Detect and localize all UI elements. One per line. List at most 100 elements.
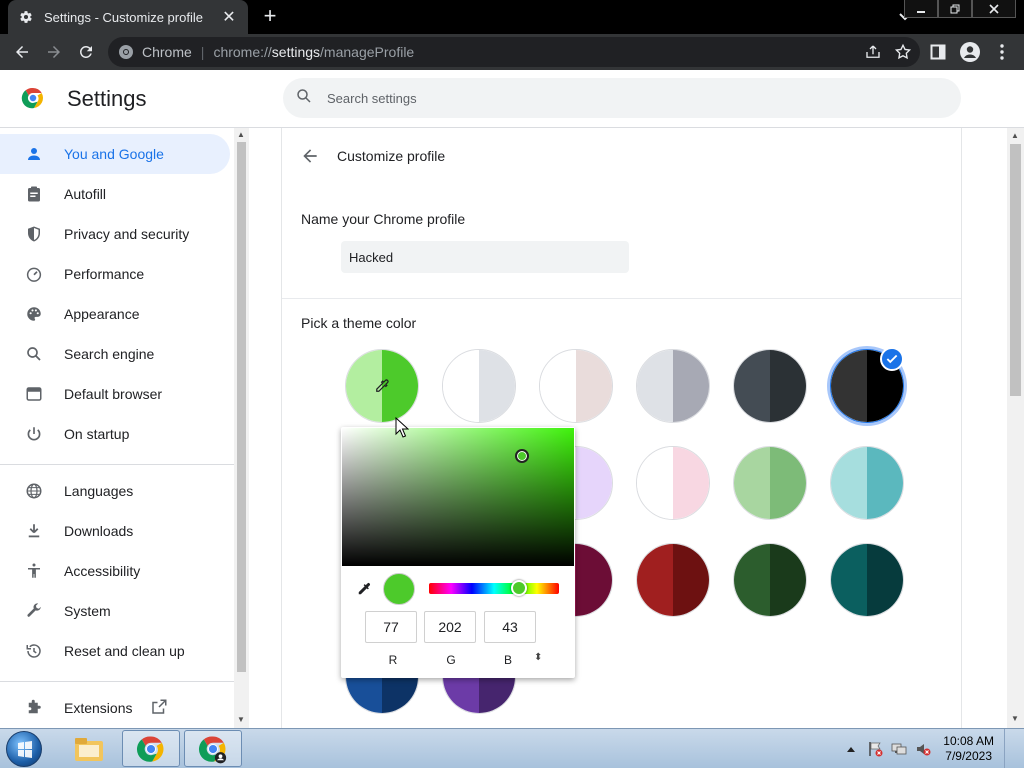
format-toggle-icon[interactable]: ⬍ (534, 652, 542, 663)
start-button[interactable] (6, 731, 42, 767)
page-scrollbar[interactable]: ▲ ▼ (1007, 128, 1024, 728)
sidebar-item-label: Search engine (64, 346, 155, 362)
tab-title: Settings - Customize profile (44, 9, 203, 25)
sidebar-item-on-startup[interactable]: On startup (0, 414, 230, 454)
theme-swatch-custom[interactable] (345, 349, 419, 423)
sidebar-item-reset[interactable]: Reset and clean up (0, 631, 230, 671)
swatch-right-half (867, 544, 903, 616)
sidebar-item-extensions[interactable]: Extensions (0, 688, 230, 728)
volume-muted-icon[interactable] (915, 741, 931, 757)
side-panel-icon[interactable] (926, 40, 950, 64)
url-path: /manageProfile (320, 44, 415, 60)
page-scroll-thumb[interactable] (1010, 144, 1021, 396)
mouse-cursor-icon (395, 416, 410, 439)
sidebar-item-appearance[interactable]: Appearance (0, 294, 230, 334)
theme-color-label: Pick a theme color (301, 315, 417, 331)
close-tab-icon[interactable]: ✕ (220, 8, 238, 26)
eyedropper-icon[interactable] (355, 580, 373, 598)
settings-search[interactable] (283, 78, 961, 118)
saturation-value-area[interactable] (342, 428, 574, 566)
theme-swatch[interactable] (636, 543, 710, 617)
menu-kebab-icon[interactable] (990, 40, 1014, 64)
show-desktop-button[interactable] (1004, 729, 1016, 768)
search-icon (24, 344, 44, 364)
theme-swatch[interactable] (636, 446, 710, 520)
sidebar-item-label: Privacy and security (64, 226, 190, 242)
theme-swatch[interactable] (636, 349, 710, 423)
sidebar-scrollbar[interactable]: ▲ ▼ (234, 128, 249, 728)
scroll-down-arrow-icon[interactable]: ▼ (237, 715, 245, 724)
show-hidden-icons-icon[interactable] (843, 741, 859, 757)
sidebar-item-languages[interactable]: Languages (0, 471, 230, 511)
profile-avatar-icon[interactable] (958, 40, 982, 64)
tab-settings[interactable]: Settings - Customize profile ✕ (8, 0, 248, 34)
search-icon (295, 87, 313, 110)
theme-swatch[interactable] (830, 543, 904, 617)
theme-swatch[interactable] (442, 349, 516, 423)
sidebar-item-label: Languages (64, 483, 134, 499)
theme-swatch[interactable] (733, 349, 807, 423)
scroll-down-arrow-icon[interactable]: ▼ (1011, 714, 1019, 723)
blue-value-input[interactable] (484, 611, 536, 643)
sidebar-item-label: Extensions (64, 700, 133, 716)
chrome-profile-taskbar-icon[interactable] (184, 730, 242, 767)
file-explorer-taskbar-icon[interactable] (60, 730, 118, 767)
sidebar-item-downloads[interactable]: Downloads (0, 511, 230, 551)
clipboard-icon (24, 184, 44, 204)
action-center-flag-icon[interactable] (867, 741, 883, 757)
scroll-up-arrow-icon[interactable]: ▲ (1011, 131, 1019, 140)
sidebar-item-label: Default browser (64, 386, 163, 402)
restore-icon[interactable] (938, 0, 972, 18)
red-value-input[interactable] (365, 611, 417, 643)
browser-toolbar: Chrome | chrome://settings/manageProfile (0, 34, 1024, 70)
sidebar-scroll-thumb[interactable] (237, 142, 246, 672)
bookmark-star-icon[interactable] (894, 43, 912, 64)
sidebar-item-search-engine[interactable]: Search engine (0, 334, 230, 374)
sidebar-item-autofill[interactable]: Autofill (0, 174, 230, 214)
url-scheme: chrome:// (213, 44, 272, 60)
gear-icon (18, 9, 34, 25)
reload-icon[interactable] (74, 40, 98, 64)
saturation-value-handle[interactable] (515, 449, 529, 463)
checkmark-icon (880, 347, 904, 371)
theme-swatch[interactable] (733, 543, 807, 617)
back-icon[interactable] (10, 40, 34, 64)
green-label: G (446, 653, 456, 667)
history-icon (24, 641, 44, 661)
minimize-icon[interactable] (904, 0, 938, 18)
sidebar-item-you-and-google[interactable]: You and Google (0, 134, 230, 174)
share-icon[interactable] (864, 43, 882, 64)
sidebar-item-privacy[interactable]: Privacy and security (0, 214, 230, 254)
sidebar-item-performance[interactable]: Performance (0, 254, 230, 294)
chrome-taskbar-icon[interactable] (122, 730, 180, 767)
sidebar-divider (0, 464, 234, 465)
site-label: Chrome (142, 44, 192, 60)
sidebar-item-system[interactable]: System (0, 591, 230, 631)
scroll-up-arrow-icon[interactable]: ▲ (237, 130, 245, 139)
theme-swatch[interactable] (539, 349, 613, 423)
theme-swatch[interactable] (733, 446, 807, 520)
profile-name-input[interactable] (341, 241, 629, 273)
red-label: R (388, 653, 398, 667)
sidebar-item-default-browser[interactable]: Default browser (0, 374, 230, 414)
back-arrow-icon[interactable] (300, 146, 320, 166)
theme-swatch[interactable] (830, 446, 904, 520)
forward-icon[interactable] (42, 40, 66, 64)
green-value-input[interactable] (424, 611, 476, 643)
clock[interactable]: 10:08 AM 7/9/2023 (943, 734, 994, 764)
sidebar-item-accessibility[interactable]: Accessibility (0, 551, 230, 591)
new-tab-button[interactable]: + (258, 5, 282, 29)
close-window-icon[interactable] (972, 0, 1016, 18)
sidebar-item-label: You and Google (64, 146, 164, 162)
chrome-logo-icon (21, 86, 45, 110)
search-input[interactable] (327, 90, 927, 106)
swatch-right-half (479, 350, 515, 422)
swatch-left-half (831, 544, 867, 616)
address-bar[interactable]: Chrome | chrome://settings/manageProfile (108, 37, 920, 67)
settings-header: Settings (0, 70, 1024, 128)
windows-taskbar: 10:08 AM 7/9/2023 (0, 728, 1024, 768)
hue-slider-handle[interactable] (511, 580, 527, 596)
hue-slider-track[interactable] (429, 583, 559, 594)
network-icon[interactable] (891, 741, 907, 757)
url-host: settings (271, 44, 321, 60)
